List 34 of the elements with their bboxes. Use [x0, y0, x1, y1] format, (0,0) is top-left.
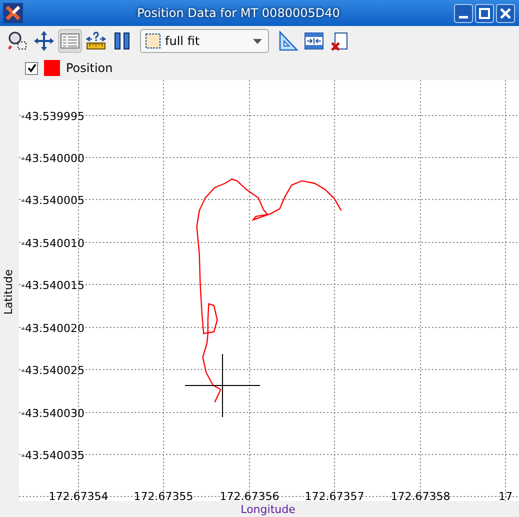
y-tick-label: -43.540005	[21, 194, 84, 207]
check-icon	[26, 63, 36, 73]
x-axis-title: Longitude	[240, 503, 296, 516]
fit-dropdown[interactable]: full fit	[140, 29, 269, 53]
close-button[interactable]	[496, 4, 515, 22]
y-tick-label: -43.540025	[21, 364, 84, 377]
legend-checkbox[interactable]	[25, 62, 38, 74]
x-tick-label: 172.67355	[134, 490, 194, 503]
fit-frame-icon	[145, 33, 161, 49]
y-tick-label: -43.540030	[21, 407, 84, 420]
maximize-button[interactable]	[475, 4, 494, 22]
x-tick-label: 17	[498, 490, 512, 503]
y-axis-title: Latitude	[2, 269, 15, 315]
caret-icon	[253, 38, 262, 44]
app-logo-icon	[3, 3, 23, 23]
x-tick-label: 172.67357	[304, 490, 364, 503]
x-tick-label: 172.67356	[220, 490, 280, 503]
move-arrows-button[interactable]	[32, 29, 56, 53]
column-width-icon	[303, 30, 325, 52]
minimize-button[interactable]	[454, 4, 473, 22]
y-tick-label: -43.540020	[21, 322, 84, 335]
y-tick-label: -43.540010	[21, 237, 84, 250]
y-tick-label: -43.539995	[21, 110, 84, 123]
zoom-icon	[7, 30, 29, 52]
y-tick-label: -43.540035	[21, 449, 84, 462]
y-tick-label: -43.540000	[21, 152, 84, 165]
legend-label: Position	[66, 61, 113, 75]
move-arrows-icon	[33, 30, 55, 52]
x-tick-label: 172.67358	[390, 490, 450, 503]
ruler-question-icon	[85, 30, 107, 52]
list-button[interactable]	[58, 29, 82, 53]
window-title: Position Data for MT 0080005D40	[136, 6, 341, 20]
x-tick-label: 172.67354	[48, 490, 108, 503]
y-tick-label: -43.540015	[21, 279, 84, 292]
